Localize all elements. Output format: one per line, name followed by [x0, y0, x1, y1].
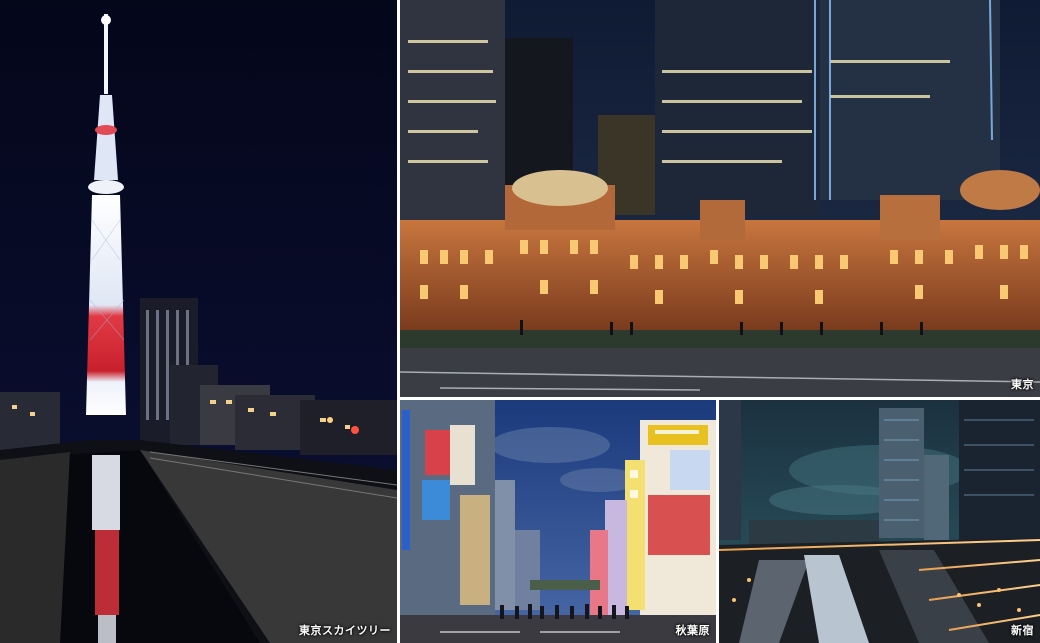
- photo-caption: 秋葉原: [675, 624, 710, 637]
- skytree-photo: 東京スカイツリー: [0, 0, 397, 643]
- tokyo-station-illustration: [400, 0, 1040, 397]
- shinjuku-photo: 新宿: [719, 400, 1040, 643]
- photo-caption: 東京: [1011, 378, 1034, 391]
- tokyo-station-photo: 東京: [400, 0, 1040, 397]
- akihabara-photo: 秋葉原: [400, 400, 716, 643]
- photo-caption: 東京スカイツリー: [299, 624, 391, 637]
- photo-caption: 新宿: [1011, 624, 1034, 637]
- skytree-illustration: [0, 0, 397, 643]
- shinjuku-illustration: [719, 400, 1040, 643]
- akihabara-illustration: [400, 400, 716, 643]
- photo-collage: 東京スカイツリー 東京 秋葉原 新宿: [0, 0, 1040, 643]
